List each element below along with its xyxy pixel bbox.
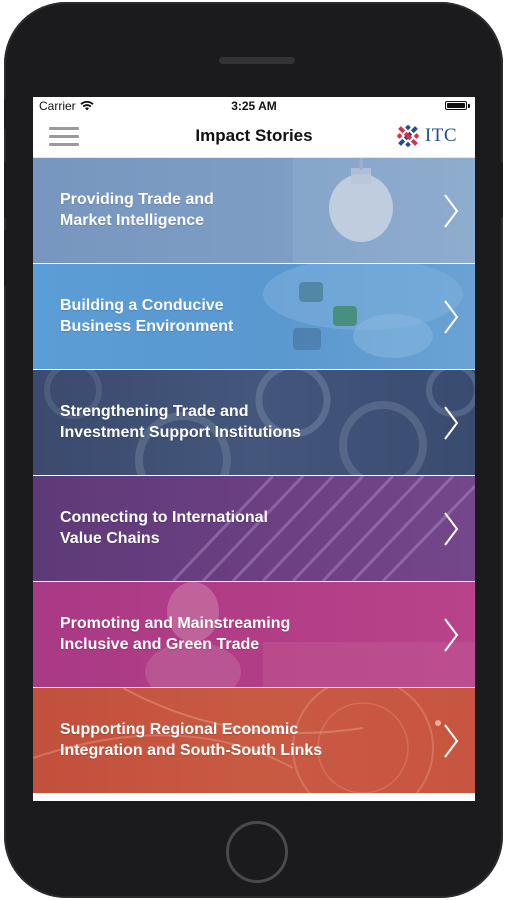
status-bar: Carrier 3:25 AM — [33, 97, 475, 115]
story-title: Promoting and Mainstreaming Inclusive an… — [60, 615, 291, 653]
power-button — [498, 162, 503, 218]
itc-logo: ITC — [395, 123, 457, 149]
stories-list: Providing Trade and Market Intelligence … — [33, 158, 475, 794]
story-title: Supporting Regional Economic Integration… — [60, 721, 323, 759]
chevron-right-icon — [444, 724, 459, 758]
volume-down-button — [4, 230, 9, 286]
story-title: Providing Trade and Market Intelligence — [60, 191, 214, 229]
chevron-right-icon — [444, 300, 459, 334]
story-item-support-institutions[interactable]: Strengthening Trade and Investment Suppo… — [33, 370, 475, 475]
story-item-trade-intelligence[interactable]: Providing Trade and Market Intelligence — [33, 158, 475, 263]
itc-logo-mark-icon — [396, 124, 420, 148]
chevron-right-icon — [444, 512, 459, 546]
app-screen: Carrier 3:25 AM Impact Stories ITC Provi… — [33, 97, 475, 801]
story-title: Connecting to International Value Chains — [60, 509, 268, 547]
volume-up-button — [4, 162, 9, 218]
battery-icon — [445, 101, 467, 110]
mute-switch — [4, 99, 9, 129]
nav-bar: Impact Stories ITC — [33, 115, 475, 158]
story-title: Strengthening Trade and Investment Suppo… — [60, 403, 301, 441]
story-item-inclusive-green-trade[interactable]: Promoting and Mainstreaming Inclusive an… — [33, 582, 475, 687]
story-title: Building a Conducive Business Environmen… — [60, 297, 234, 335]
chevron-right-icon — [444, 406, 459, 440]
logo-text: ITC — [424, 125, 457, 146]
battery-tip — [468, 104, 470, 108]
status-time: 3:25 AM — [231, 99, 277, 113]
chevron-right-icon — [444, 618, 459, 652]
story-item-business-environment[interactable]: Building a Conducive Business Environmen… — [33, 264, 475, 369]
chevron-right-icon — [444, 194, 459, 228]
story-item-regional-integration[interactable]: Supporting Regional Economic Integration… — [33, 688, 475, 793]
home-button[interactable] — [226, 821, 288, 883]
earpiece-speaker — [219, 57, 295, 64]
story-item-value-chains[interactable]: Connecting to International Value Chains — [33, 476, 475, 581]
battery-level — [447, 103, 465, 108]
